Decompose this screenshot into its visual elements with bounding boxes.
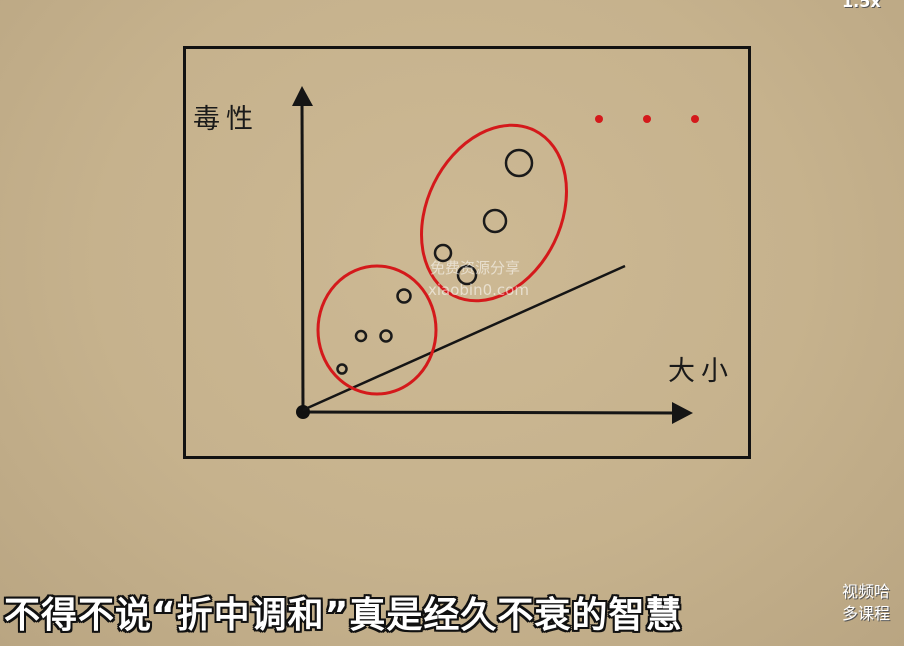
data-point — [504, 148, 534, 178]
x-axis-label: 大小 — [668, 356, 734, 387]
y-axis — [300, 99, 305, 413]
small-cluster-ellipse — [316, 264, 438, 396]
data-point — [379, 329, 393, 343]
x-axis-arrowhead — [672, 402, 693, 424]
data-point — [482, 208, 508, 234]
y-axis-arrowhead — [292, 86, 313, 106]
watermark-url: xiaobin0.com — [428, 281, 529, 299]
data-point — [354, 329, 368, 343]
red-dot — [595, 115, 603, 123]
playback-speed-label: 1.5x — [842, 0, 881, 11]
subtitle-caption: 不得不说“折中调和”真是经久不衰的智慧 — [4, 595, 683, 636]
red-dot — [691, 115, 699, 123]
red-dot — [643, 115, 651, 123]
data-point — [396, 288, 412, 304]
cluster-diagram: 毒性 大小 免费资源分享 xiaobin0.com — [193, 86, 734, 424]
corner-watermark-line1: 视频哈 — [842, 582, 891, 601]
x-axis — [302, 410, 681, 415]
y-axis-label: 毒性 — [193, 104, 259, 135]
watermark-title: 免费资源分享 — [430, 259, 520, 277]
data-point — [336, 363, 348, 375]
corner-watermark-line2: 多课程 — [842, 604, 891, 623]
